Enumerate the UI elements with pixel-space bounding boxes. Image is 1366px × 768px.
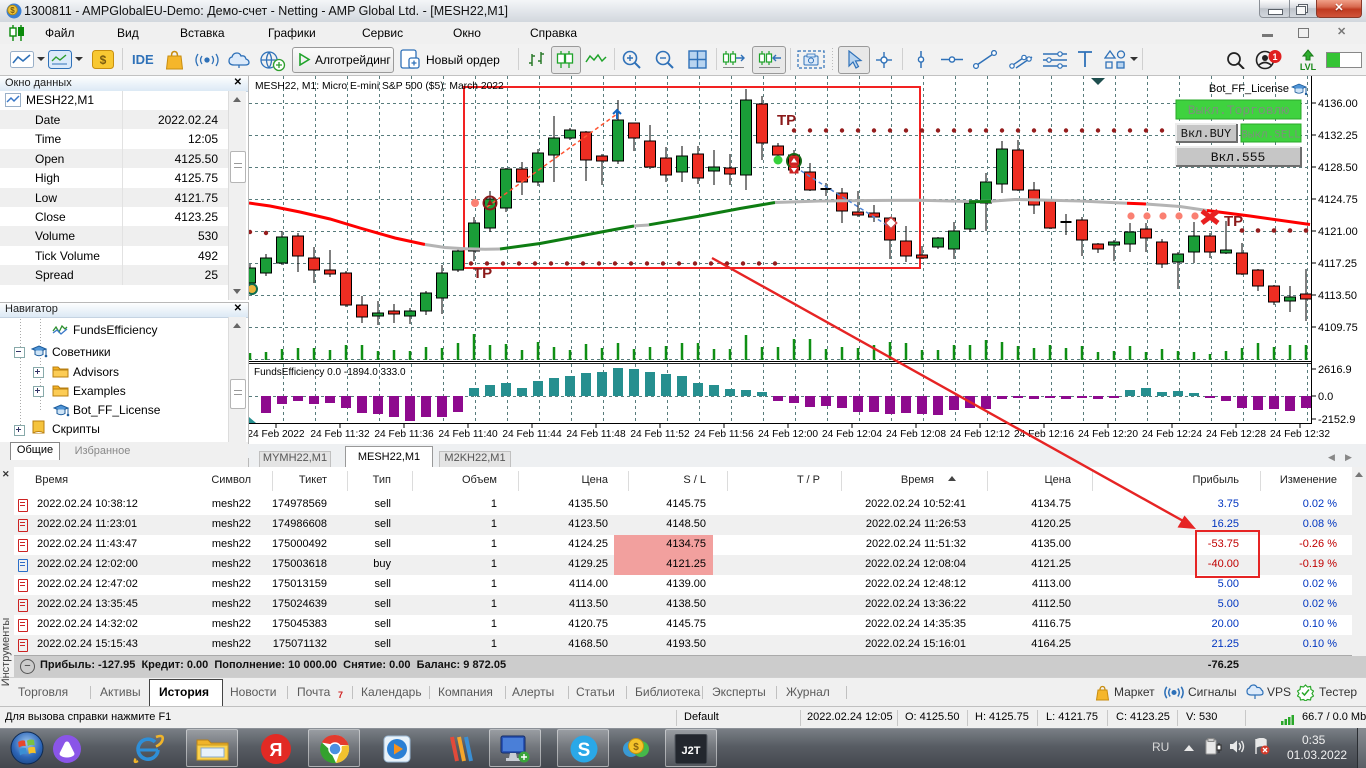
svg-text:4128.50: 4128.50 <box>1318 162 1358 174</box>
svg-text:24 Feb 11:36: 24 Feb 11:36 <box>374 429 434 440</box>
svg-text:4132.25: 4132.25 <box>1318 130 1358 142</box>
svg-text:Выкл.Торговлю: Выкл.Торговлю <box>1188 103 1290 118</box>
svg-text:4121.00: 4121.00 <box>1318 226 1358 238</box>
svg-text:4117.25: 4117.25 <box>1318 258 1357 270</box>
svg-text:24 Feb 11:44: 24 Feb 11:44 <box>502 429 562 440</box>
svg-text:24 Feb 11:40: 24 Feb 11:40 <box>438 429 498 440</box>
svg-text:LVL: LVL <box>1300 62 1317 72</box>
svg-text:24 Feb 11:32: 24 Feb 11:32 <box>310 429 370 440</box>
svg-text:0.0: 0.0 <box>1318 391 1333 403</box>
svg-text:24 Feb 11:52: 24 Feb 11:52 <box>630 429 690 440</box>
svg-text:24 Feb 12:24: 24 Feb 12:24 <box>1142 429 1202 440</box>
svg-text:24 Feb 12:08: 24 Feb 12:08 <box>886 429 946 440</box>
svg-text:24 Feb 11:56: 24 Feb 11:56 <box>694 429 754 440</box>
svg-text:24 Feb 12:04: 24 Feb 12:04 <box>822 429 882 440</box>
svg-text:MESH22, M1: Micro E-mini S&P 5: MESH22, M1: Micro E-mini S&P 500 ($5): M… <box>255 81 504 92</box>
svg-text:Выкл.SELL: Выкл.SELL <box>1241 130 1300 142</box>
svg-text:TP: TP <box>473 265 492 282</box>
svg-text:TP: TP <box>1224 213 1243 230</box>
svg-text:2616.9: 2616.9 <box>1318 364 1352 376</box>
svg-text:24 Feb 12:16: 24 Feb 12:16 <box>1014 429 1074 440</box>
svg-text:24 Feb 12:00: 24 Feb 12:00 <box>758 429 818 440</box>
svg-text:24 Feb 12:12: 24 Feb 12:12 <box>950 429 1010 440</box>
svg-text:$: $ <box>10 6 15 15</box>
svg-text:Bot_FF_License: Bot_FF_License <box>1209 83 1289 95</box>
svg-text:Я: Я <box>270 740 283 760</box>
svg-text:4124.75: 4124.75 <box>1318 194 1358 206</box>
svg-text:J2T: J2T <box>682 745 701 757</box>
svg-text:4109.75: 4109.75 <box>1318 322 1358 334</box>
svg-text:24 Feb 12:20: 24 Feb 12:20 <box>1078 429 1138 440</box>
svg-text:4136.00: 4136.00 <box>1318 98 1358 110</box>
svg-text:4113.50: 4113.50 <box>1318 290 1357 302</box>
svg-text:24 Feb 12:28: 24 Feb 12:28 <box>1206 429 1266 440</box>
svg-text:24 Feb 2022: 24 Feb 2022 <box>249 429 305 440</box>
svg-text:Вкл.BUY: Вкл.BUY <box>1181 127 1231 141</box>
svg-text:TP: TP <box>777 112 796 129</box>
svg-text:1: 1 <box>1272 52 1277 62</box>
svg-text:-2152.9: -2152.9 <box>1318 414 1355 426</box>
svg-text:$: $ <box>633 742 639 753</box>
svg-text:$: $ <box>100 53 107 67</box>
svg-text:FundsEfficiency 0.0 -1894.0 33: FundsEfficiency 0.0 -1894.0 333.0 <box>254 367 406 378</box>
svg-text:S: S <box>578 740 591 761</box>
svg-text:24 Feb 12:32: 24 Feb 12:32 <box>1270 429 1330 440</box>
svg-text:24 Feb 11:48: 24 Feb 11:48 <box>566 429 626 440</box>
svg-text:Вкл.555: Вкл.555 <box>1211 150 1266 165</box>
